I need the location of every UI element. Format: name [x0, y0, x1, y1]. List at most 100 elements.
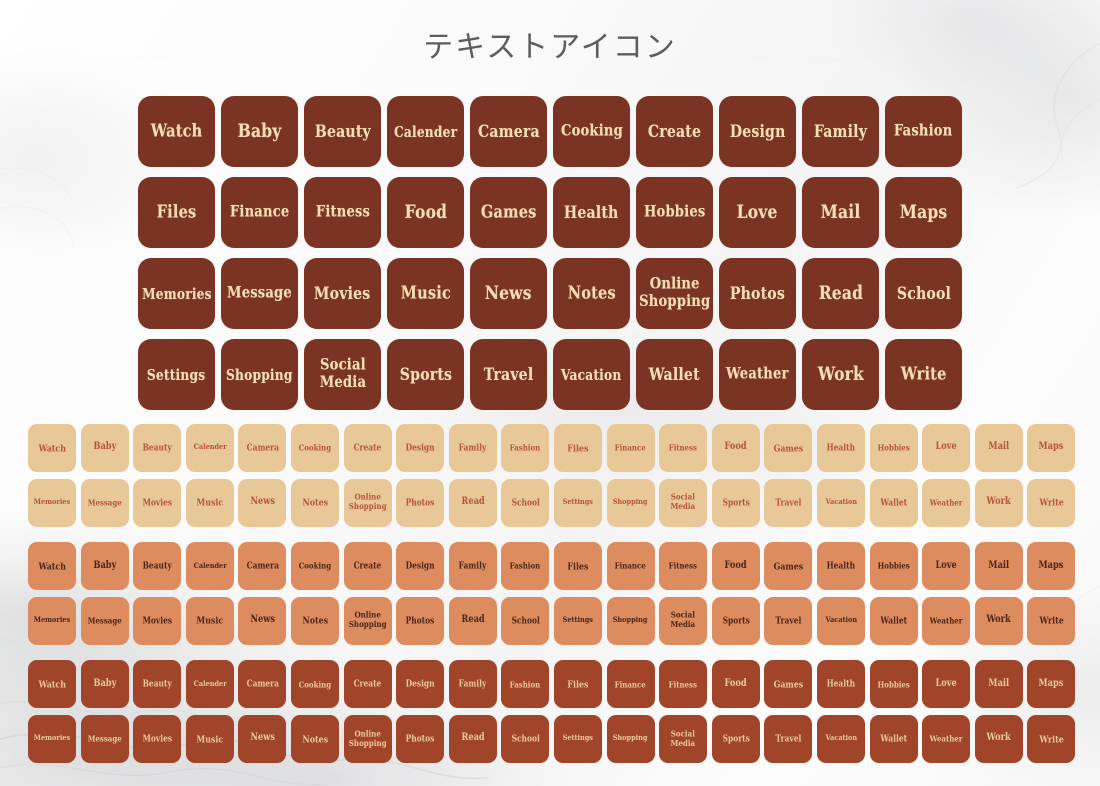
big-tile-love[interactable]: Love: [719, 177, 796, 248]
small-tile-brick-mail[interactable]: Mail: [974, 660, 1023, 709]
small-tile-tan-settings[interactable]: Settings: [553, 478, 602, 527]
small-tile-brick-write[interactable]: Write: [1027, 714, 1076, 763]
small-tile-salmon-camera[interactable]: Camera: [238, 542, 287, 591]
small-tile-salmon-finance[interactable]: Finance: [606, 542, 655, 591]
small-tile-tan-school[interactable]: School: [501, 478, 550, 527]
small-tile-tan-health[interactable]: Health: [816, 424, 865, 472]
small-tile-brick-camera[interactable]: Camera: [238, 660, 287, 709]
big-tile-music[interactable]: Music: [387, 258, 464, 329]
small-tile-brick-online-shopping[interactable]: Online Shopping: [343, 714, 392, 763]
small-tile-salmon-travel[interactable]: Travel: [764, 596, 813, 645]
big-tile-photos[interactable]: Photos: [719, 258, 796, 329]
big-tile-travel[interactable]: Travel: [470, 339, 547, 410]
small-tile-brick-work[interactable]: Work: [974, 714, 1023, 763]
small-tile-tan-photos[interactable]: Photos: [396, 478, 445, 527]
small-tile-salmon-family[interactable]: Family: [448, 542, 497, 591]
small-tile-brick-health[interactable]: Health: [816, 660, 865, 709]
small-tile-tan-memories[interactable]: Memories: [28, 478, 76, 527]
big-tile-baby[interactable]: Baby: [221, 96, 298, 167]
big-tile-games[interactable]: Games: [470, 177, 547, 248]
big-tile-hobbies[interactable]: Hobbies: [636, 177, 713, 248]
big-tile-design[interactable]: Design: [719, 96, 796, 167]
small-tile-brick-school[interactable]: School: [501, 714, 550, 763]
small-tile-tan-news[interactable]: News: [238, 478, 287, 527]
big-tile-mail[interactable]: Mail: [802, 177, 879, 248]
small-tile-tan-create[interactable]: Create: [343, 424, 392, 472]
big-tile-beauty[interactable]: Beauty: [304, 96, 381, 167]
small-tile-salmon-social-media[interactable]: Social Media: [659, 596, 708, 645]
small-tile-tan-calender[interactable]: Calender: [185, 424, 234, 472]
small-tile-tan-vacation[interactable]: Vacation: [816, 478, 865, 527]
small-tile-salmon-food[interactable]: Food: [711, 542, 760, 591]
small-tile-tan-finance[interactable]: Finance: [606, 424, 655, 472]
small-tile-salmon-maps[interactable]: Maps: [1027, 542, 1076, 591]
small-tile-brick-beauty[interactable]: Beauty: [133, 660, 182, 709]
small-tile-salmon-shopping[interactable]: Shopping: [606, 596, 655, 645]
big-tile-weather[interactable]: Weather: [719, 339, 796, 410]
small-tile-brick-message[interactable]: Message: [80, 714, 129, 763]
small-tile-salmon-create[interactable]: Create: [343, 542, 392, 591]
big-tile-write[interactable]: Write: [885, 339, 962, 410]
big-tile-health[interactable]: Health: [553, 177, 630, 248]
big-tile-wallet[interactable]: Wallet: [636, 339, 713, 410]
small-tile-tan-music[interactable]: Music: [185, 478, 234, 527]
small-tile-brick-fitness[interactable]: Fitness: [659, 660, 708, 709]
big-tile-movies[interactable]: Movies: [304, 258, 381, 329]
small-tile-salmon-online-shopping[interactable]: Online Shopping: [343, 596, 392, 645]
big-tile-notes[interactable]: Notes: [553, 258, 630, 329]
small-tile-tan-message[interactable]: Message: [80, 478, 129, 527]
small-tile-brick-cooking[interactable]: Cooking: [290, 660, 339, 709]
small-tile-brick-social-media[interactable]: Social Media: [659, 714, 708, 763]
small-tile-salmon-fitness[interactable]: Fitness: [659, 542, 708, 591]
small-tile-tan-fashion[interactable]: Fashion: [501, 424, 550, 472]
small-tile-salmon-mail[interactable]: Mail: [974, 542, 1023, 591]
small-tile-brick-baby[interactable]: Baby: [80, 660, 129, 709]
small-tile-salmon-hobbies[interactable]: Hobbies: [869, 542, 918, 591]
big-tile-work[interactable]: Work: [802, 339, 879, 410]
small-tile-tan-sports[interactable]: Sports: [711, 478, 760, 527]
big-tile-maps[interactable]: Maps: [885, 177, 962, 248]
small-tile-tan-food[interactable]: Food: [711, 424, 760, 472]
small-tile-tan-mail[interactable]: Mail: [974, 424, 1023, 472]
small-tile-salmon-settings[interactable]: Settings: [553, 596, 602, 645]
small-tile-tan-hobbies[interactable]: Hobbies: [869, 424, 918, 472]
big-tile-files[interactable]: Files: [138, 177, 215, 248]
small-tile-brick-hobbies[interactable]: Hobbies: [869, 660, 918, 709]
small-tile-tan-maps[interactable]: Maps: [1027, 424, 1076, 472]
small-tile-salmon-watch[interactable]: Watch: [28, 542, 76, 591]
big-tile-vacation[interactable]: Vacation: [553, 339, 630, 410]
small-tile-tan-read[interactable]: Read: [448, 478, 497, 527]
small-tile-tan-games[interactable]: Games: [764, 424, 813, 472]
small-tile-salmon-wallet[interactable]: Wallet: [869, 596, 918, 645]
small-tile-brick-watch[interactable]: Watch: [28, 660, 76, 709]
small-tile-salmon-sports[interactable]: Sports: [711, 596, 760, 645]
small-tile-tan-fitness[interactable]: Fitness: [659, 424, 708, 472]
big-tile-fashion[interactable]: Fashion: [885, 96, 962, 167]
small-tile-brick-news[interactable]: News: [238, 714, 287, 763]
small-tile-brick-photos[interactable]: Photos: [396, 714, 445, 763]
small-tile-brick-notes[interactable]: Notes: [290, 714, 339, 763]
big-tile-news[interactable]: News: [470, 258, 547, 329]
small-tile-brick-design[interactable]: Design: [396, 660, 445, 709]
small-tile-tan-design[interactable]: Design: [396, 424, 445, 472]
big-tile-food[interactable]: Food: [387, 177, 464, 248]
small-tile-brick-movies[interactable]: Movies: [133, 714, 182, 763]
small-tile-salmon-beauty[interactable]: Beauty: [133, 542, 182, 591]
big-tile-calender[interactable]: Calender: [387, 96, 464, 167]
small-tile-salmon-fashion[interactable]: Fashion: [501, 542, 550, 591]
big-tile-settings[interactable]: Settings: [138, 339, 215, 410]
big-tile-shopping[interactable]: Shopping: [221, 339, 298, 410]
big-tile-message[interactable]: Message: [221, 258, 298, 329]
small-tile-brick-finance[interactable]: Finance: [606, 660, 655, 709]
small-tile-tan-travel[interactable]: Travel: [764, 478, 813, 527]
small-tile-salmon-memories[interactable]: Memories: [28, 596, 76, 645]
small-tile-tan-online-shopping[interactable]: Online Shopping: [343, 478, 392, 527]
small-tile-tan-weather[interactable]: Weather: [922, 478, 971, 527]
small-tile-salmon-message[interactable]: Message: [80, 596, 129, 645]
small-tile-brick-travel[interactable]: Travel: [764, 714, 813, 763]
big-tile-school[interactable]: School: [885, 258, 962, 329]
big-tile-watch[interactable]: Watch: [138, 96, 215, 167]
small-tile-brick-fashion[interactable]: Fashion: [501, 660, 550, 709]
small-tile-salmon-read[interactable]: Read: [448, 596, 497, 645]
big-tile-family[interactable]: Family: [802, 96, 879, 167]
